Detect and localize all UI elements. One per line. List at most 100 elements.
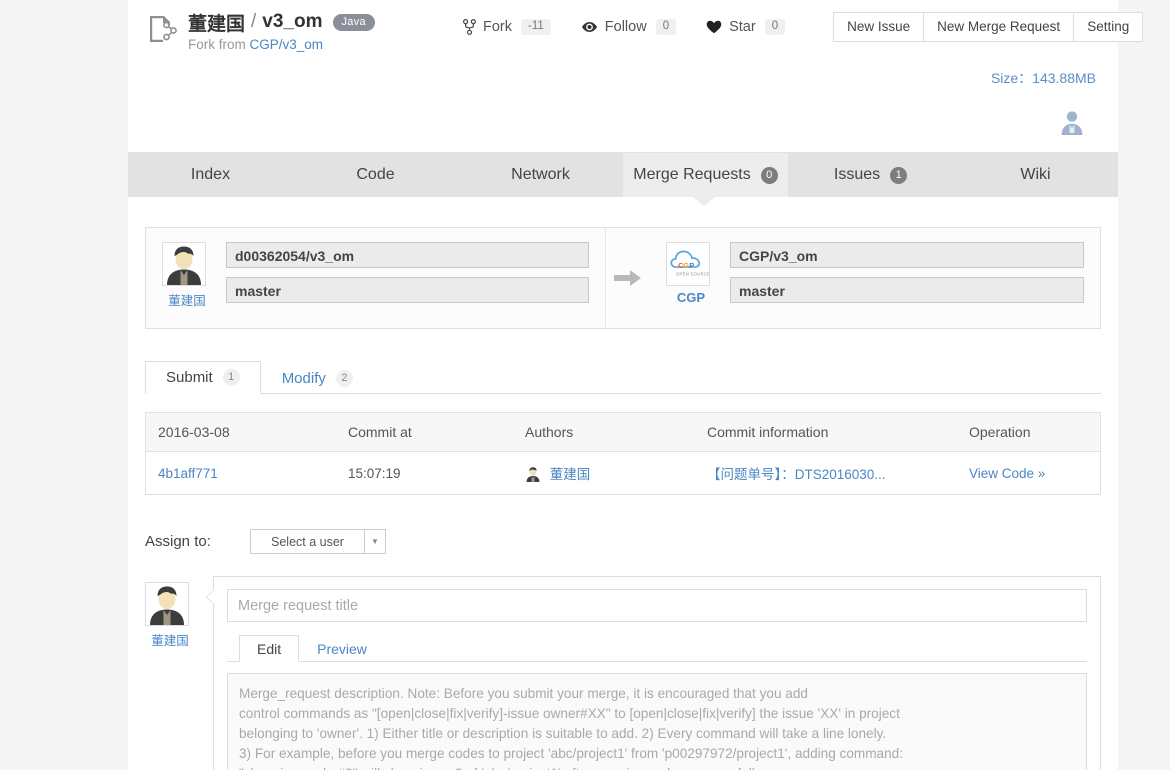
user-avatar-icon	[162, 242, 206, 286]
star-count: 0	[764, 18, 786, 36]
merge-request-title-input[interactable]	[227, 589, 1087, 622]
tab-network-label: Network	[511, 166, 570, 183]
eye-icon	[581, 21, 598, 33]
tab-edit-label: Edit	[257, 640, 282, 657]
cell-commit-information[interactable]: 【问题单号】：DTS2016030...	[695, 451, 957, 495]
compare-source: 董建国 d00362054/v3_om master	[146, 228, 606, 328]
header-commit-information: Commit information	[695, 412, 957, 452]
tab-issues-label: Issues	[833, 166, 881, 183]
svg-text:OPEN SOURCE: OPEN SOURCE	[676, 272, 709, 277]
target-repo-field[interactable]: CGP/v3_om	[730, 242, 1084, 268]
header-actions: Fork -11 Follow 0 Star 0 New Issue New M…	[463, 11, 1144, 43]
subtab-modify-label: Modify	[281, 369, 326, 387]
compare-target: C G P OPEN SOURCE CGP CGP/v3_om master	[650, 228, 1100, 328]
commit-table: 2016-03-08 Commit at Authors Commit info…	[145, 412, 1101, 495]
compare-target-projectname[interactable]: CGP	[666, 290, 716, 305]
repo-header: 董建国 / v3_om Java Fork from CGP/v3_om For…	[128, 0, 1144, 152]
view-code-link[interactable]: View Code »	[969, 466, 1045, 481]
heart-icon	[706, 20, 722, 34]
page-body: 董建国 d00362054/v3_om master C G P OPEN SO…	[128, 227, 1118, 770]
subtab-modify[interactable]: Modify 2	[261, 361, 374, 394]
repo-identity: 董建国 / v3_om Java Fork from CGP/v3_om	[145, 8, 375, 54]
merge-form-username[interactable]: 董建国	[145, 630, 195, 649]
table-row: 4b1aff771 15:07:19 董建国 【问题单号】：DTS2016030…	[145, 451, 1101, 495]
tab-merge-requests-label: Merge Requests	[633, 166, 751, 183]
svg-text:P: P	[689, 261, 694, 270]
new-issue-button[interactable]: New Issue	[833, 11, 925, 43]
fork-count: -11	[521, 18, 551, 36]
follow-label: Follow	[604, 19, 647, 35]
compare-source-username[interactable]: 董建国	[162, 290, 212, 309]
subtab-submit[interactable]: Submit 1	[145, 361, 261, 394]
fork-label: Fork	[483, 19, 512, 35]
assign-to-label: Assign to:	[145, 533, 211, 550]
active-tab-pointer	[693, 197, 715, 206]
tab-preview-label: Preview	[317, 641, 367, 657]
header-operation: Operation	[957, 412, 1101, 452]
star-label: Star	[729, 19, 756, 35]
assign-row: Assign to: Select a user ▼	[145, 529, 1101, 554]
new-merge-request-button[interactable]: New Merge Request	[924, 11, 1075, 43]
table-header-row: 2016-03-08 Commit at Authors Commit info…	[145, 412, 1101, 452]
assign-user-select[interactable]: Select a user ▼	[250, 529, 386, 554]
compare-target-project: C G P OPEN SOURCE CGP	[666, 242, 716, 305]
tab-wiki-label: Wiki	[1020, 166, 1051, 183]
source-branch-field[interactable]: master	[226, 277, 589, 303]
fork-from-line: Fork from CGP/v3_om	[188, 37, 323, 52]
tab-merge-requests[interactable]: Merge Requests 0	[623, 153, 788, 197]
repo-nav-tabs: Index Code Network Merge Requests 0 Issu…	[128, 152, 1118, 206]
fork-from-link[interactable]: CGP/v3_om	[250, 37, 324, 52]
compare-source-user: 董建国	[162, 242, 212, 309]
user-avatar-icon	[525, 466, 541, 482]
repo-title[interactable]: v3_om	[262, 11, 322, 33]
source-repo-field[interactable]: d00362054/v3_om	[226, 242, 589, 268]
commit-author-name: 董建国	[549, 467, 591, 482]
tab-wiki[interactable]: Wiki	[953, 153, 1118, 197]
cell-operation: View Code »	[957, 451, 1101, 495]
cgp-cloud-logo: C G P OPEN SOURCE	[666, 242, 710, 286]
branch-compare-panel: 董建国 d00362054/v3_om master C G P OPEN SO…	[145, 227, 1101, 329]
setting-button[interactable]: Setting	[1074, 11, 1144, 43]
fork-stat[interactable]: Fork -11	[463, 18, 551, 36]
subtab-modify-badge: 2	[335, 369, 353, 387]
assign-user-selected-value: Select a user	[271, 534, 344, 549]
merge-form-panel: Edit Preview Merge_request description. …	[206, 576, 1101, 770]
cell-commit-hash: 4b1aff771	[145, 451, 336, 495]
cell-commit-time: 15:07:19	[336, 451, 513, 495]
repo-names: 董建国 / v3_om Java Fork from CGP/v3_om	[188, 8, 375, 54]
tab-index-label: Index	[190, 166, 231, 183]
merge-request-description-textarea[interactable]: Merge_request description. Note: Before …	[227, 673, 1087, 770]
follow-count: 0	[655, 18, 677, 36]
language-badge: Java	[332, 13, 375, 31]
editor-tabs: Edit Preview	[227, 633, 1087, 662]
star-stat[interactable]: Star 0	[706, 18, 786, 36]
user-avatar-icon[interactable]	[1058, 108, 1086, 136]
chevron-down-icon: ▼	[364, 530, 385, 553]
cell-commit-author[interactable]: 董建国	[513, 451, 695, 495]
commit-hash-link[interactable]: 4b1aff771	[158, 466, 218, 481]
commit-subtabs: Submit 1 Modify 2	[145, 359, 1101, 394]
header-button-group: New Issue New Merge Request Setting	[833, 11, 1144, 43]
fork-from-label: Fork from	[188, 37, 246, 52]
compare-target-fields: CGP/v3_om master	[730, 242, 1084, 303]
tab-code-label: Code	[356, 166, 395, 183]
repo-owner[interactable]: 董建国	[188, 9, 245, 36]
tab-network[interactable]: Network	[458, 153, 623, 197]
subtab-submit-label: Submit	[166, 369, 213, 386]
header-authors: Authors	[513, 412, 695, 452]
tab-index[interactable]: Index	[128, 153, 293, 197]
target-branch-field[interactable]: master	[730, 277, 1084, 303]
header-date: 2016-03-08	[145, 412, 336, 452]
fork-icon	[463, 19, 476, 35]
repo-path-separator: /	[251, 11, 257, 32]
tab-edit[interactable]: Edit	[239, 635, 300, 662]
follow-stat[interactable]: Follow 0	[581, 18, 677, 36]
header-commit-at: Commit at	[336, 412, 513, 452]
repo-size-text: Size：143.88MB	[990, 70, 1096, 86]
tab-issues[interactable]: Issues 1	[788, 153, 953, 197]
page-root: 董建国 / v3_om Java Fork from CGP/v3_om For…	[0, 0, 1170, 770]
tab-code[interactable]: Code	[293, 153, 458, 197]
compare-source-fields: d00362054/v3_om master	[226, 242, 589, 303]
tab-issues-badge: 1	[890, 166, 908, 184]
tab-preview[interactable]: Preview	[299, 635, 385, 662]
